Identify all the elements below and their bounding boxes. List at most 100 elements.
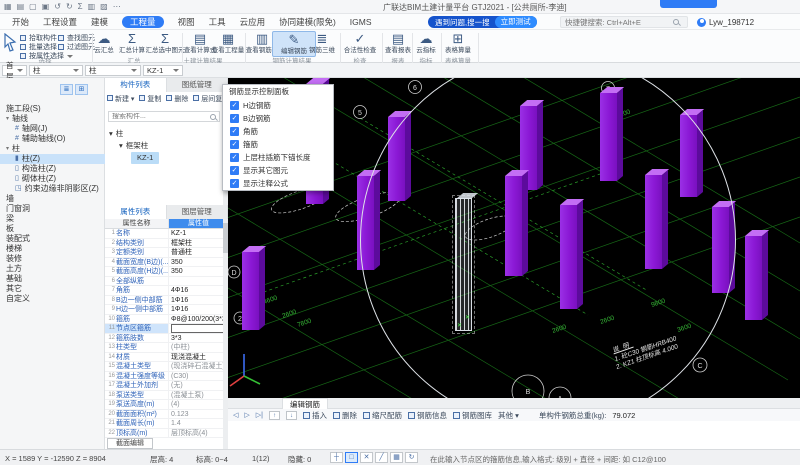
concrete-column[interactable] — [600, 93, 617, 181]
more-icon[interactable]: ⋯ — [113, 1, 121, 13]
section-edit-button[interactable]: 截面编辑 — [107, 438, 153, 449]
concrete-column[interactable] — [242, 252, 259, 330]
nav-group-stairs[interactable]: 楼梯 — [0, 244, 105, 254]
move-down-icon[interactable]: ↓ — [286, 411, 297, 420]
property-row[interactable]: 20截面面积(m²)0.123 — [105, 410, 223, 420]
refresh-icon[interactable]: ↻ — [405, 452, 418, 463]
checkbox-b-side-rebar[interactable]: ✓B边钢筋 — [223, 112, 333, 125]
snap-point-icon[interactable]: ┼ — [330, 452, 343, 463]
shortcut-search-box[interactable] — [560, 16, 688, 28]
table-calc-button[interactable]: ⊞表格算量 — [436, 31, 480, 55]
concrete-column[interactable] — [712, 207, 729, 293]
property-row[interactable]: 16混凝土强度等级(C30) — [105, 372, 223, 382]
checkbox-checked-icon[interactable]: ✓ — [230, 153, 239, 162]
property-row[interactable]: 12箍筋肢数3*3 — [105, 334, 223, 344]
nav-item-column[interactable]: ▮柱(Z) — [0, 154, 105, 164]
checkbox-checked-icon[interactable]: ✓ — [230, 179, 239, 188]
property-row[interactable]: 19泵送高度(m)(4) — [105, 400, 223, 410]
delete-button[interactable]: 删除 — [333, 410, 357, 421]
move-up-icon[interactable]: ↑ — [269, 411, 280, 420]
tree-node-frame-column[interactable]: ▾框架柱 — [109, 140, 159, 152]
property-row[interactable]: 2结构类别框架柱 — [105, 239, 223, 249]
property-row[interactable]: 10箍筋Φ8@100/200(3*3) — [105, 315, 223, 325]
property-row[interactable]: 9H边一侧中部筋1Φ16 — [105, 305, 223, 315]
tab-collab-modeling[interactable]: 协同建模(限免) — [279, 16, 336, 28]
property-row[interactable]: 1名称KZ-1 — [105, 229, 223, 239]
nav-group-slab[interactable]: 板 — [0, 224, 105, 234]
property-row[interactable]: 6全部纵筋 — [105, 277, 223, 287]
search-icon[interactable] — [673, 19, 679, 25]
component-search-box[interactable] — [108, 111, 220, 122]
checkbox-show-other-elements[interactable]: ✓显示其它图元 — [223, 164, 333, 177]
tree-node-kz1[interactable]: KZ-1 — [109, 152, 159, 164]
checkbox-h-side-rebar[interactable]: ✓H边钢筋 — [223, 99, 333, 112]
promo-tooltip[interactable]: 遇到问题,搜一搜 立即测试 — [428, 16, 537, 28]
search-input[interactable] — [561, 18, 671, 27]
floor-selector[interactable]: 首层 — [2, 65, 27, 76]
grid-snap-icon[interactable]: ▦ — [390, 452, 403, 463]
component-search-input[interactable] — [112, 113, 202, 120]
property-row[interactable]: 13柱类型(中柱) — [105, 343, 223, 353]
rebar-display-control-panel[interactable]: 钢筋显示控制面板 ✓H边钢筋 ✓B边钢筋 ✓角筋 ✓箍筋 ✓上层柱插筋下锚长度 … — [222, 84, 334, 191]
app-menu-icon[interactable]: ▦ — [4, 1, 12, 13]
select-tool-icon[interactable] — [2, 33, 18, 53]
tab-component-list[interactable]: 构件列表 — [105, 78, 167, 92]
concrete-column[interactable] — [505, 176, 522, 276]
selected-column[interactable]: ✕ ✕ — [455, 198, 472, 331]
concrete-column[interactable] — [560, 205, 577, 309]
property-row[interactable]: 7角筋4Φ16 — [105, 286, 223, 296]
search-icon[interactable] — [210, 114, 216, 120]
nav-group-earthwork[interactable]: 土方 — [0, 264, 105, 274]
nav-group-decoration[interactable]: 装修 — [0, 254, 105, 264]
prev-record-icon[interactable]: ◁ — [233, 411, 238, 419]
hatch-view-icon[interactable]: ▨ — [100, 1, 108, 13]
concrete-column[interactable] — [388, 117, 405, 201]
tab-project-settings[interactable]: 工程设置 — [43, 16, 77, 28]
category-selector[interactable]: 柱 — [29, 65, 83, 76]
user-account[interactable]: Lyw_198712 — [697, 16, 754, 28]
other-menu-button[interactable]: 其他 ▾ — [498, 410, 519, 421]
panel-title[interactable]: 钢筋显示控制面板 — [223, 85, 333, 99]
tab-modeling[interactable]: 建模 — [91, 16, 108, 28]
property-row[interactable]: 4截面宽度(B边)(...350 — [105, 258, 223, 268]
nav-group-others[interactable]: 其它 — [0, 284, 105, 294]
nav-item-grid[interactable]: #轴网(J) — [0, 124, 105, 134]
nav-item-edge-zone[interactable]: ◳约束边缘非阴影区(Z) — [0, 184, 105, 194]
property-row[interactable]: 3定额类别普通柱 — [105, 248, 223, 258]
copy-component-button[interactable]: 复制 — [139, 94, 161, 104]
tab-igms[interactable]: IGMS — [350, 16, 372, 28]
scaled-rebar-button[interactable]: 缩尺配筋 — [363, 410, 402, 421]
property-row[interactable]: 8B边一侧中部筋1Φ16 — [105, 296, 223, 306]
nav-group-column[interactable]: ▾柱 — [0, 144, 105, 154]
promo-badge[interactable] — [660, 0, 717, 8]
undo-icon[interactable]: ↺ — [54, 1, 61, 13]
concrete-column[interactable] — [645, 175, 662, 269]
nav-group-axis[interactable]: ▾轴线 — [0, 114, 105, 124]
tab-view[interactable]: 视图 — [178, 16, 195, 28]
new-component-button[interactable]: 新建 ▾ — [107, 94, 134, 104]
promo-try-button[interactable]: 立即测试 — [495, 16, 537, 28]
checkbox-show-annotation-formula[interactable]: ✓显示注释公式 — [223, 177, 333, 190]
checkbox-stirrup[interactable]: ✓箍筋 — [223, 138, 333, 151]
ortho-mode-icon[interactable]: □ — [345, 452, 358, 463]
checkbox-checked-icon[interactable]: ✓ — [230, 127, 239, 136]
nav-group-openings[interactable]: 门窗洞 — [0, 204, 105, 214]
nav-group-beam[interactable]: 梁 — [0, 214, 105, 224]
checkbox-upper-column-dowel[interactable]: ✓上层柱插筋下锚长度 — [223, 151, 333, 164]
nav-group-wall[interactable]: 墙 — [0, 194, 105, 204]
grid-view-icon[interactable]: ⊞ — [75, 84, 88, 95]
last-record-icon[interactable]: ▷| — [256, 411, 263, 419]
grid-view-icon[interactable]: ▥ — [88, 1, 96, 13]
property-row[interactable]: 17混凝土外加剂(无) — [105, 381, 223, 391]
element-selector[interactable]: KZ-1 — [143, 65, 183, 76]
checkbox-checked-icon[interactable]: ✓ — [230, 166, 239, 175]
save-icon[interactable]: ▣ — [42, 1, 50, 13]
property-row[interactable]: 18泵送类型(混凝土泵) — [105, 391, 223, 401]
new-file-icon[interactable]: ▤ — [17, 1, 25, 13]
concrete-column[interactable] — [680, 115, 697, 197]
property-row[interactable]: 21截面周长(m)1.4 — [105, 419, 223, 429]
delete-component-button[interactable]: 删除 — [166, 94, 188, 104]
property-row[interactable]: 14材质现浇混凝土 — [105, 353, 223, 363]
checkbox-checked-icon[interactable]: ✓ — [230, 140, 239, 149]
open-file-icon[interactable]: ▢ — [29, 1, 37, 13]
